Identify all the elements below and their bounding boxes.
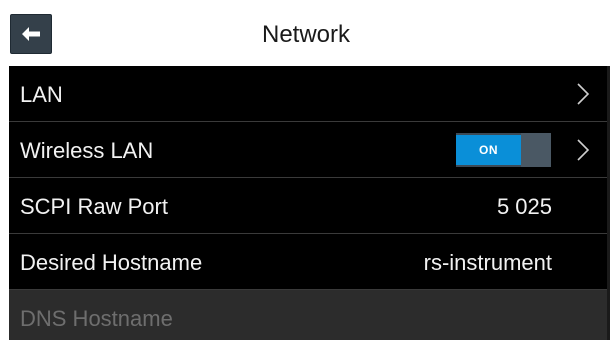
chevron-right-icon bbox=[577, 139, 590, 161]
toggle-knob bbox=[521, 133, 551, 167]
row-label-scpi-raw-port: SCPI Raw Port bbox=[20, 194, 168, 219]
chevron-right-icon bbox=[577, 83, 590, 105]
toggle-on-label: ON bbox=[456, 135, 521, 165]
row-wireless-lan[interactable]: Wireless LAN ON bbox=[9, 122, 610, 178]
row-label-wireless-lan: Wireless LAN bbox=[20, 138, 154, 163]
back-button[interactable] bbox=[10, 14, 52, 54]
row-scpi-raw-port[interactable]: SCPI Raw Port 5 025 bbox=[9, 178, 610, 234]
row-lan[interactable]: LAN bbox=[9, 66, 610, 122]
row-desired-hostname[interactable]: Desired Hostname rs-instrument bbox=[9, 234, 610, 290]
page-title: Network bbox=[261, 21, 351, 48]
scpi-raw-port-value[interactable]: 5 025 bbox=[497, 178, 552, 234]
row-label-desired-hostname: Desired Hostname bbox=[20, 250, 203, 275]
row-label-dns-hostname: DNS Hostname bbox=[20, 306, 173, 331]
header-bar: Network bbox=[0, 0, 612, 66]
settings-list: LAN Wireless LAN ON SCPI Raw Port 5 025 … bbox=[9, 66, 610, 340]
row-label-lan: LAN bbox=[20, 82, 63, 107]
row-dns-hostname: DNS Hostname bbox=[9, 290, 610, 340]
wireless-lan-toggle[interactable]: ON bbox=[456, 133, 551, 167]
desired-hostname-value[interactable]: rs-instrument bbox=[424, 234, 552, 290]
arrow-left-icon bbox=[22, 27, 40, 41]
network-settings-screen: Network LAN Wireless LAN ON SCPI Raw Por… bbox=[0, 0, 612, 340]
scrollbar[interactable] bbox=[607, 66, 610, 340]
